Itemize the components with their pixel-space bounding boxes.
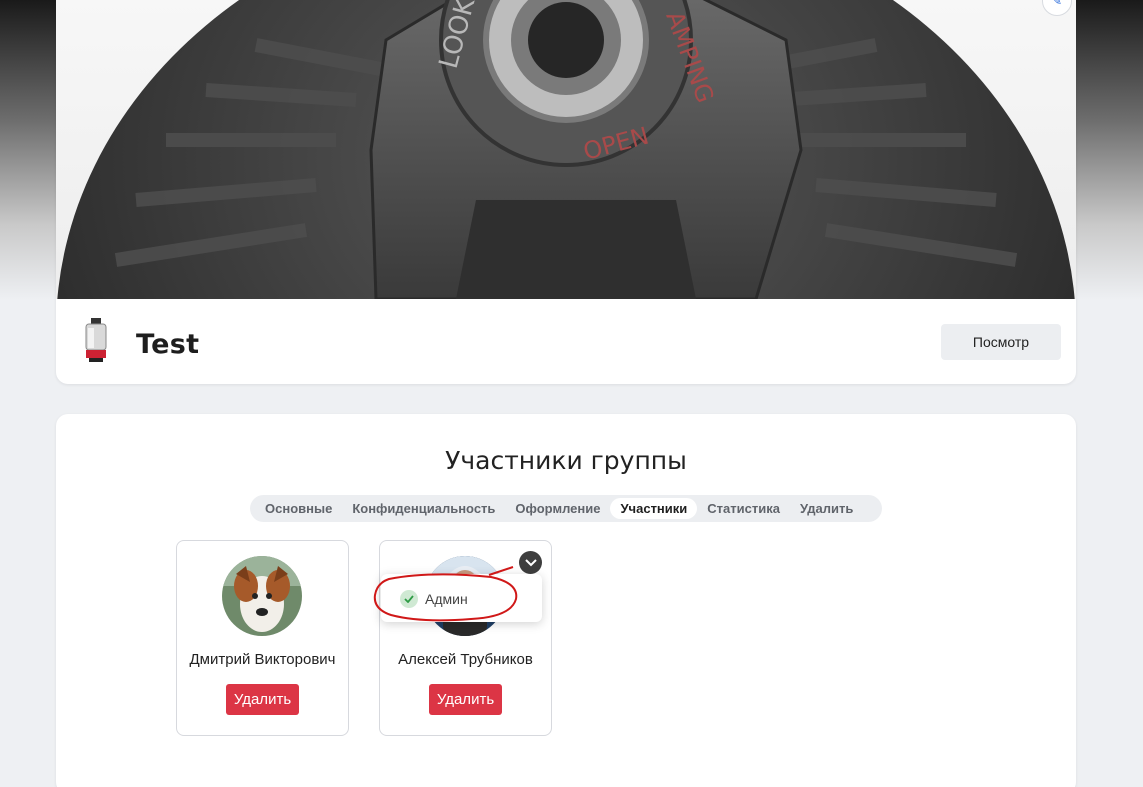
member-card: Дмитрий Викторович Удалить: [176, 540, 349, 736]
group-name: Test: [136, 329, 200, 360]
member-name: Алексей Трубников: [398, 651, 533, 668]
group-header-card: LOOK AMPING OPEN ✎ Test Посмотр: [56, 0, 1076, 384]
members-card: Участники группы Основные Конфиденциальн…: [56, 414, 1076, 787]
remove-member-button[interactable]: Удалить: [226, 684, 299, 715]
tab-statistics[interactable]: Статистика: [697, 498, 790, 519]
remove-member-button[interactable]: Удалить: [429, 684, 502, 715]
section-title: Участники группы: [445, 446, 687, 475]
group-header-row: Test Посмотр: [56, 299, 1076, 384]
role-option-admin[interactable]: Админ: [400, 589, 468, 609]
avatar[interactable]: [222, 556, 302, 636]
role-option-label: Админ: [425, 591, 468, 607]
member-card: Алексей Трубников Удалить: [379, 540, 552, 736]
role-dropdown-menu: Админ: [381, 574, 542, 622]
cover-photo-collet-nut: LOOK AMPING OPEN: [57, 0, 1075, 299]
tab-appearance[interactable]: Оформление: [505, 498, 610, 519]
tab-basic[interactable]: Основные: [255, 498, 342, 519]
tab-delete[interactable]: Удалить: [790, 498, 863, 519]
tab-members[interactable]: Участники: [610, 498, 698, 519]
check-icon: [400, 590, 418, 608]
group-avatar[interactable]: [80, 318, 112, 364]
view-button[interactable]: Посмотр: [941, 324, 1061, 360]
settings-tabs: Основные Конфиденциальность Оформление У…: [250, 495, 882, 522]
member-name: Дмитрий Викторович: [189, 651, 336, 668]
group-cover-image: LOOK AMPING OPEN ✎: [56, 0, 1076, 299]
tab-privacy[interactable]: Конфиденциальность: [342, 498, 505, 519]
chevron-down-icon[interactable]: [519, 551, 542, 574]
